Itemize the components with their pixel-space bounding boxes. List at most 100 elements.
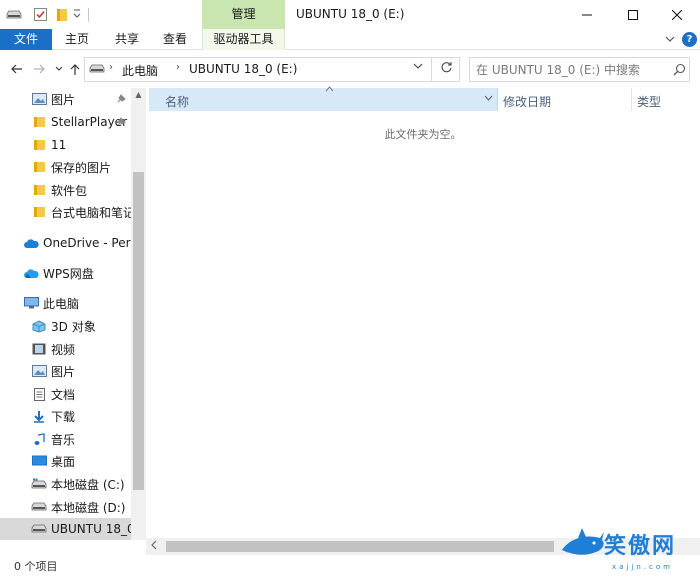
item-count: 0 个项目 [14, 560, 58, 573]
minimize-button[interactable] [564, 0, 610, 29]
drive-icon [31, 500, 47, 514]
maximize-button[interactable] [610, 0, 656, 29]
scroll-up-icon[interactable]: ▲ [131, 90, 146, 102]
computer-icon [23, 296, 39, 310]
folder-icon [31, 115, 47, 129]
breadcrumb-this-pc[interactable]: 此电脑 [122, 62, 158, 79]
shark-logo-icon [562, 528, 604, 558]
forward-button[interactable] [32, 61, 46, 77]
horizontal-scrollbar-thumb[interactable] [166, 541, 554, 552]
column-name-label: 名称 [165, 95, 190, 109]
tab-file[interactable]: 文件 [0, 29, 52, 50]
column-header-date[interactable]: 修改日期 [503, 93, 551, 110]
column-divider[interactable] [631, 88, 632, 111]
sidebar-item-label: 音乐 [51, 432, 76, 447]
address-bar[interactable]: › 此电脑 › UBUNTU 18_0 (E:) [84, 57, 460, 82]
sidebar-item[interactable]: 文档 [0, 383, 131, 405]
breadcrumb-drive[interactable]: UBUNTU 18_0 (E:) [189, 62, 297, 76]
quick-access-dropdown-icon[interactable] [72, 7, 82, 22]
sidebar-item-label: 下载 [51, 409, 76, 424]
watermark-text: 笑傲网 [604, 534, 677, 559]
address-dropdown-icon[interactable] [413, 62, 423, 73]
3d-objects-icon [31, 319, 47, 333]
sidebar-item[interactable]: 桌面 [0, 450, 131, 472]
sidebar-item[interactable]: 台式电脑和笔记 [0, 201, 131, 223]
sidebar-item-label: 11 [51, 138, 67, 152]
sidebar-item[interactable]: 本地磁盘 (D:) [0, 496, 131, 518]
sidebar-item[interactable]: StellarPlayer [0, 111, 131, 133]
sidebar-item-label: 此电脑 [43, 296, 80, 311]
tab-drive-tools[interactable]: 驱动器工具 [202, 29, 285, 50]
sidebar-item[interactable]: OneDrive - Perso [0, 232, 131, 254]
nav-scrollbar-thumb[interactable] [133, 172, 144, 490]
drive-icon [31, 522, 47, 536]
back-button[interactable] [9, 61, 23, 77]
sidebar-item-label: 图片 [51, 364, 76, 379]
sidebar-item[interactable]: 软件包 [0, 179, 131, 201]
search-input[interactable] [476, 61, 666, 78]
column-header-type[interactable]: 类型 [637, 93, 661, 110]
new-folder-icon[interactable] [55, 7, 69, 22]
breadcrumb-chevron-icon[interactable]: › [109, 62, 113, 73]
sidebar-item[interactable]: 图片 [0, 88, 131, 110]
column-filter-dropdown-icon[interactable] [484, 94, 493, 104]
sort-ascending-icon [325, 85, 334, 95]
pin-icon [116, 93, 126, 107]
tab-home[interactable]: 主页 [58, 29, 96, 50]
sidebar-item-label: 3D 对象 [51, 319, 96, 334]
sidebar-item[interactable]: 本地磁盘 (C:) [0, 473, 131, 495]
pin-icon [116, 116, 126, 130]
tab-share[interactable]: 共享 [108, 29, 146, 50]
sidebar-item-label: 视频 [51, 342, 76, 357]
sidebar-item[interactable]: 此电脑 [0, 292, 131, 314]
recent-locations-button[interactable] [52, 61, 66, 77]
refresh-icon[interactable] [440, 61, 453, 78]
search-box[interactable] [469, 57, 690, 82]
column-headers: 名称 修改日期 类型 [149, 85, 700, 111]
drive-icon[interactable] [6, 7, 22, 22]
onedrive-icon [23, 236, 39, 250]
ribbon-tabs: 文件 主页 共享 查看 驱动器工具 ? [0, 29, 700, 50]
sidebar-item[interactable]: UBUNTU 18_0 (E:) [0, 518, 131, 540]
scroll-left-icon[interactable] [150, 540, 157, 553]
arrow-left-icon [10, 64, 22, 74]
arrow-up-icon [70, 63, 80, 75]
sidebar-item-label: 台式电脑和笔记 [51, 205, 131, 220]
folder-icon [31, 183, 47, 197]
breadcrumb-chevron-icon[interactable]: › [176, 62, 180, 73]
sidebar-item[interactable]: 3D 对象 [0, 315, 131, 337]
sidebar-item-label: 图片 [51, 92, 76, 107]
sidebar-item[interactable]: 保存的图片 [0, 156, 131, 178]
help-icon[interactable]: ? [682, 32, 697, 47]
expand-ribbon-icon[interactable] [663, 32, 677, 46]
column-header-name[interactable]: 名称 [149, 85, 498, 111]
sidebar-item[interactable]: 11 [0, 134, 131, 156]
search-icon[interactable] [673, 63, 686, 76]
tab-manage[interactable]: 管理 [202, 0, 285, 29]
arrow-right-icon [33, 64, 45, 74]
up-button[interactable] [68, 61, 82, 77]
close-icon [672, 9, 682, 20]
drive-icon [89, 63, 105, 76]
title-bar: 管理 UBUNTU 18_0 (E:) [0, 0, 700, 29]
video-icon [31, 342, 47, 356]
music-icon [31, 432, 47, 446]
download-icon [31, 409, 47, 423]
maximize-icon [628, 9, 638, 20]
nav-scrollbar[interactable]: ▲ [131, 88, 146, 540]
documents-icon [31, 387, 47, 401]
sidebar-item[interactable]: 图片 [0, 360, 131, 382]
close-button[interactable] [654, 0, 700, 29]
sidebar-item[interactable]: 下载 [0, 405, 131, 427]
sidebar-item-label: 软件包 [51, 183, 88, 198]
sidebar-item[interactable]: 视频 [0, 338, 131, 360]
sidebar-item-label: OneDrive - Perso [43, 236, 131, 250]
properties-icon[interactable] [33, 7, 47, 22]
watermark-url: xajjn.com [612, 563, 673, 571]
navigation-pane: 图片 StellarPlayer 11 保存的图片软件包台式电脑和笔记 OneDrive… [0, 88, 146, 540]
folder-icon [31, 138, 47, 152]
tab-view[interactable]: 查看 [156, 29, 194, 50]
sidebar-item[interactable]: 音乐 [0, 428, 131, 450]
folder-icon [31, 160, 47, 174]
sidebar-item[interactable]: WPS网盘 [0, 262, 131, 284]
